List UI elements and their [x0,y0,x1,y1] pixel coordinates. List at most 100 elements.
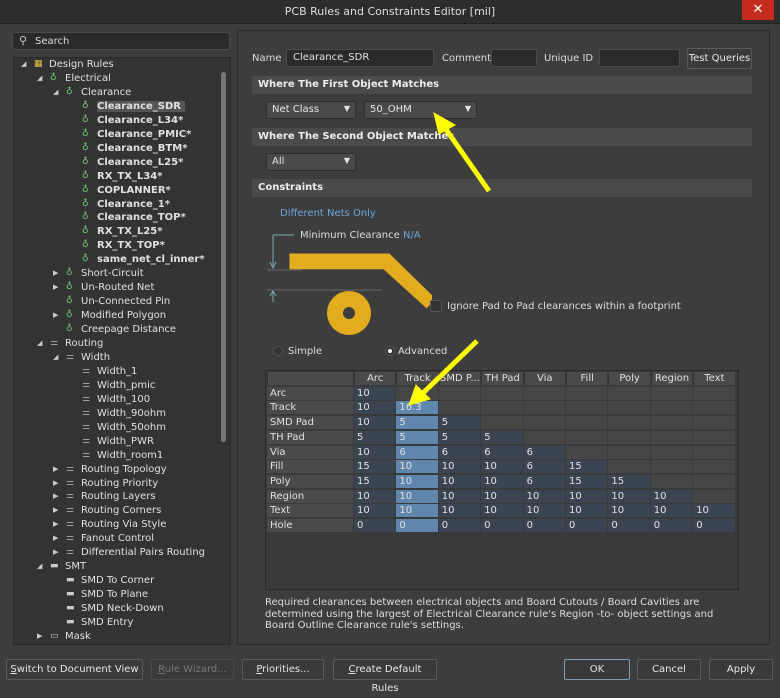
different-nets-only[interactable]: Different Nets Only [280,208,376,219]
tree-item[interactable]: ♁ RX_TX_TOP* [14,240,219,254]
matrix-cell[interactable]: 15 [608,474,650,488]
tree-item[interactable]: ▶ ⚌ Differential Pairs Routing [14,547,219,561]
collapse-icon[interactable]: ◢ [53,353,58,361]
expand-icon[interactable]: ▶ [53,311,58,319]
matrix-cell[interactable]: 10 [650,489,693,503]
matrix-cell[interactable]: 15 [566,474,608,488]
expand-icon[interactable]: ▶ [53,506,58,514]
expand-icon[interactable]: ▶ [53,548,58,556]
matrix-cell[interactable]: 6 [523,460,565,474]
matrix-cell[interactable]: 10 [481,460,523,474]
cancel-button[interactable]: Cancel [637,659,701,680]
matrix-cell[interactable]: 5 [438,416,481,430]
matrix-cell[interactable]: 6 [396,445,438,459]
tree-item[interactable]: ◢ ▬ SMT [14,561,219,575]
matrix-cell[interactable]: 10 [438,504,481,518]
tree-item[interactable]: ▬ SMD To Plane [14,589,219,603]
matrix-cell[interactable]: 0 [693,519,735,532]
tree-item[interactable]: ♁ COPLANNER* [14,185,219,199]
expand-icon[interactable]: ▶ [53,534,58,542]
rule-wizard-button[interactable]: Rule Wizard... [151,659,234,680]
simple-radio[interactable] [273,346,283,356]
matrix-cell[interactable]: 10 [481,474,523,488]
tree-item[interactable]: ◢ ⚌ Width [14,352,219,366]
tree-item[interactable]: ◢ ♁ Electrical [14,73,219,87]
priorities-button[interactable]: Priorities... [242,659,324,680]
matrix-cell[interactable]: 5 [396,416,438,430]
matrix-cell[interactable]: 0 [481,519,523,532]
expand-icon[interactable]: ▶ [37,632,42,640]
matrix-cell[interactable]: 0 [608,519,650,532]
matrix-cell[interactable]: 16.3 [396,401,438,415]
matrix-cell[interactable]: 10 [438,474,481,488]
ignore-pad-checkbox[interactable] [430,300,442,312]
tree-item[interactable]: ♁ Clearance_L25* [14,157,219,171]
name-field[interactable]: Clearance_SDR [286,49,434,67]
comment-field[interactable] [491,49,537,67]
matrix-cell[interactable]: 0 [354,519,396,532]
tree-item[interactable]: ◢ ♁ Clearance [14,87,219,101]
tree-item[interactable]: ♁ Clearance_PMIC* [14,129,219,143]
tree-item[interactable]: ▶ ⚌ Routing Priority [14,478,219,492]
second-type-dropdown[interactable]: All ▼ [266,153,356,171]
tree-item[interactable]: ◢ ⚌ Routing [14,338,219,352]
tree-item[interactable]: ▶ ⚌ Routing Via Style [14,519,219,533]
expand-icon[interactable]: ▶ [53,520,58,528]
tree-item[interactable]: ▶ ⚌ Routing Layers [14,491,219,505]
tree-item[interactable]: ▶ ⚌ Routing Corners [14,505,219,519]
matrix-cell[interactable]: 0 [523,519,565,532]
tree-item[interactable]: ♁ Clearance_1* [14,199,219,213]
expand-icon[interactable]: ▶ [53,479,58,487]
matrix-cell[interactable]: 10 [354,386,396,400]
collapse-icon[interactable]: ◢ [37,339,42,347]
switch-to-document-view-button[interactable]: Switch to Document View [6,659,143,680]
advanced-radio[interactable] [385,346,395,356]
tree-item[interactable]: ▶ ♁ Un-Routed Net [14,282,219,296]
tree-item[interactable]: ♁ Clearance_SDR [14,100,219,115]
collapse-icon[interactable]: ◢ [37,74,42,82]
tree-scrollbar[interactable] [221,72,226,442]
tree-item[interactable]: ⚌ Width_100 [14,394,219,408]
matrix-cell[interactable]: 10 [608,489,650,503]
tree-item[interactable]: ⚌ Width_room1 [14,450,219,464]
matrix-cell[interactable]: 10 [523,504,565,518]
tree-item[interactable]: ⚌ Width_50ohm [14,422,219,436]
create-default-rules-button[interactable]: Create Default Rules [333,659,437,694]
matrix-cell[interactable]: 6 [481,445,523,459]
apply-button[interactable]: Apply [709,659,773,680]
test-queries-button[interactable]: Test Queries [687,48,752,69]
tree-item[interactable]: ▶ ▭ Mask [14,631,219,644]
tree-item[interactable]: ♁ Clearance_BTM* [14,143,219,157]
collapse-icon[interactable]: ◢ [53,88,58,96]
tree-item[interactable]: ♁ same_net_cl_inner* [14,254,219,268]
tree-item[interactable]: ▶ ⚌ Routing Topology [14,464,219,478]
tree-item[interactable]: ◢ ▦ Design Rules [14,59,219,73]
tree-item[interactable]: ⚌ Width_PWR [14,436,219,450]
tree-item[interactable]: ▶ ⚌ Fanout Control [14,533,219,547]
matrix-cell[interactable]: 0 [650,519,693,532]
expand-icon[interactable]: ▶ [53,283,58,291]
matrix-cell[interactable]: 5 [438,430,481,444]
collapse-icon[interactable]: ◢ [21,60,26,68]
matrix-cell[interactable]: 6 [523,474,565,488]
matrix-cell[interactable]: 10 [566,504,608,518]
matrix-cell[interactable]: 10 [354,445,396,459]
matrix-cell[interactable]: 10 [396,474,438,488]
matrix-cell[interactable]: 5 [481,430,523,444]
matrix-cell[interactable]: 10 [523,489,565,503]
matrix-cell[interactable]: 0 [566,519,608,532]
tree-item[interactable]: ▬ SMD Neck-Down [14,603,219,617]
first-value-dropdown[interactable]: 50_OHM ▼ [364,101,477,119]
expand-icon[interactable]: ▶ [53,269,58,277]
matrix-cell[interactable]: 5 [396,430,438,444]
tree-item[interactable]: ⚌ Width_pmic [14,380,219,394]
tree-item[interactable]: ▬ SMD Entry [14,617,219,631]
tree-item[interactable]: ♁ RX_TX_L25* [14,226,219,240]
matrix-cell[interactable]: 10 [354,416,396,430]
matrix-cell[interactable]: 10 [354,401,396,415]
matrix-cell[interactable]: 10 [650,504,693,518]
matrix-cell[interactable]: 0 [438,519,481,532]
tree-item[interactable]: ⚌ Width_1 [14,366,219,380]
ok-button[interactable]: OK [564,659,630,680]
tree-item[interactable]: ♁ RX_TX_L34* [14,171,219,185]
